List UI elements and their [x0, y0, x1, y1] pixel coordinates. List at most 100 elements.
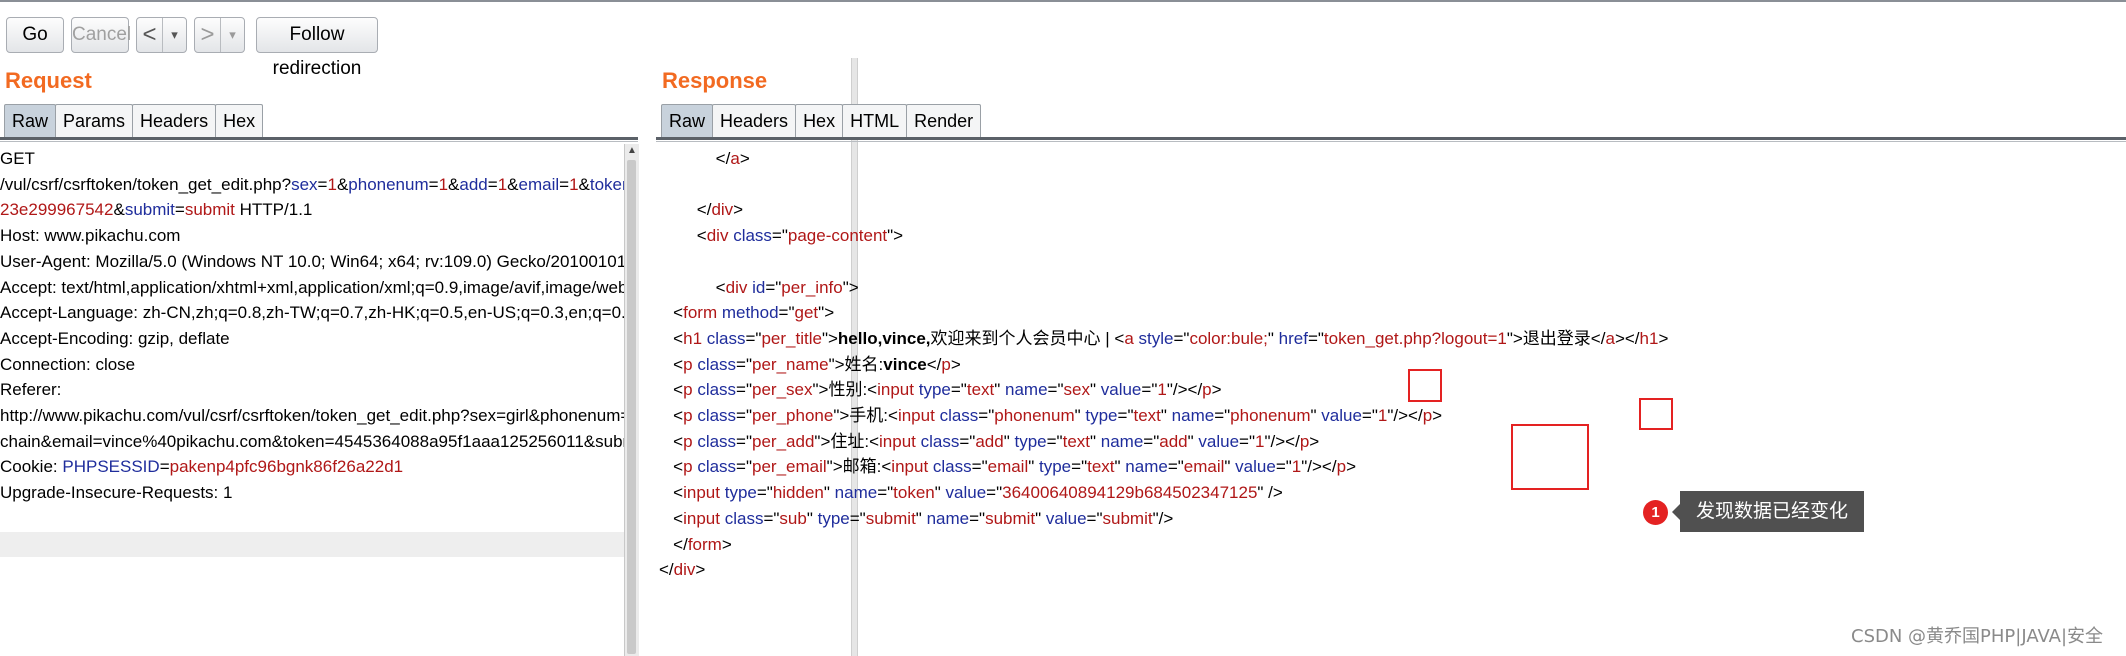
request-line: chain&email=vince%40pikachu.com&token=45…: [0, 429, 624, 455]
request-tab-raw[interactable]: Raw: [4, 104, 57, 138]
response-token: class: [724, 508, 764, 528]
response-token: <: [659, 380, 684, 400]
request-token: Connection: close: [0, 354, 136, 374]
response-token: class: [939, 406, 979, 425]
request-tab-hex[interactable]: Hex: [215, 104, 264, 138]
response-token: phonenum: [994, 406, 1075, 425]
back-button[interactable]: < ▾: [136, 17, 187, 53]
response-token: submit: [1102, 508, 1153, 528]
response-token: ": [1114, 457, 1126, 477]
response-token: type: [1039, 457, 1072, 477]
response-token: ": [806, 508, 818, 528]
request-line: 23e299967542&submit=submit HTTP/1.1: [0, 197, 312, 223]
response-token: ": [1035, 508, 1046, 528]
response-token: token: [893, 483, 935, 503]
request-token: Upgrade-Insecure-Requests: 1: [0, 483, 233, 503]
response-token: ": [823, 483, 835, 503]
request-line: Accept-Language: zh-CN,zh;q=0.8,zh-TW;q=…: [0, 300, 624, 326]
response-token: =": [1167, 457, 1184, 477]
response-token: p: [683, 431, 693, 451]
response-line: </a>: [659, 146, 750, 172]
go-button[interactable]: Go: [6, 17, 64, 53]
response-token: <: [659, 508, 684, 528]
response-token: "/></: [1264, 431, 1300, 451]
response-token: class: [697, 431, 737, 451]
response-tab-hex[interactable]: Hex: [795, 104, 844, 138]
response-token: </: [659, 560, 674, 580]
response-token: per_sex: [752, 380, 813, 400]
response-token: type: [918, 380, 951, 400]
response-line: <div id="per_info">: [659, 275, 859, 301]
response-token: ": [1074, 406, 1086, 425]
response-token: input: [891, 457, 929, 477]
response-tab-underline: [656, 137, 2126, 140]
response-token: ">手机:<: [833, 406, 898, 425]
response-tabs: Raw Headers Hex HTML Render: [661, 104, 982, 140]
response-line: <form method="get">: [659, 300, 834, 326]
response-token: >: [733, 200, 744, 220]
response-token: ": [1090, 431, 1101, 451]
request-editor[interactable]: GET/vul/csrf/csrftoken/token_get_edit.ph…: [0, 144, 624, 656]
request-token: phonenum: [348, 174, 429, 194]
response-token: =": [736, 431, 753, 451]
back-dropdown-icon[interactable]: ▾: [163, 18, 186, 52]
response-token: sex: [1063, 380, 1090, 400]
response-token: =": [1307, 328, 1324, 348]
response-token: <: [659, 483, 684, 503]
response-token: per_add: [752, 431, 815, 451]
response-tab-headers[interactable]: Headers: [712, 104, 797, 138]
request-token: GET: [0, 149, 35, 168]
request-token: =: [317, 174, 328, 194]
response-token: =": [1275, 457, 1292, 477]
request-title: Request: [5, 68, 92, 93]
response-token: =": [763, 508, 780, 528]
response-token: ": [1160, 406, 1172, 425]
response-token: add: [1159, 431, 1188, 451]
response-token: </: [926, 354, 942, 374]
response-token: type: [724, 483, 757, 503]
response-token: text: [1133, 406, 1161, 425]
response-token: ">性别:<: [812, 380, 878, 400]
response-token: 1: [1157, 380, 1167, 400]
response-token: class: [697, 457, 737, 477]
response-token: name: [1005, 380, 1048, 400]
forward-button[interactable]: > ▾: [194, 17, 245, 53]
response-line: <div class="page-content">: [659, 223, 903, 249]
response-token: =": [1143, 431, 1160, 451]
response-token: input: [877, 380, 914, 400]
response-token: form: [683, 303, 718, 323]
request-scrollbar[interactable]: ▲: [624, 144, 639, 656]
response-token: =": [745, 328, 762, 348]
response-token: ": [1028, 457, 1039, 477]
request-tab-params[interactable]: Params: [55, 104, 134, 138]
cancel-button[interactable]: Cancel: [71, 17, 131, 53]
response-token: =": [1071, 457, 1088, 477]
follow-redirection-button[interactable]: Follow redirection: [256, 17, 378, 79]
response-token: ">: [821, 328, 838, 348]
response-token: text: [966, 380, 995, 400]
response-token: a: [1605, 328, 1615, 348]
response-token: =": [1361, 406, 1378, 425]
request-scroll-thumb[interactable]: [627, 160, 636, 654]
response-token: p: [683, 406, 693, 425]
triangle-up-icon[interactable]: ▲: [625, 144, 639, 158]
response-token: ">: [887, 226, 904, 246]
response-token: =": [1046, 431, 1063, 451]
response-token: ": [1089, 380, 1101, 400]
response-token: p: [683, 457, 693, 477]
response-tab-render[interactable]: Render: [906, 104, 982, 138]
request-token: &: [507, 174, 519, 194]
response-tab-raw[interactable]: Raw: [661, 104, 714, 138]
response-token: =": [736, 380, 753, 400]
request-line: http://www.pikachu.com/vul/csrf/csrftoke…: [0, 403, 624, 429]
response-token: name: [1125, 457, 1168, 477]
request-tab-headers[interactable]: Headers: [132, 104, 217, 138]
response-token: =": [971, 457, 988, 477]
response-token: class: [697, 354, 737, 374]
response-viewer[interactable]: </a> </div> <div class="page-content"> <…: [659, 144, 2126, 656]
response-token: class: [706, 328, 746, 348]
request-token: chain&email=vince%40pikachu.com&token=45…: [0, 431, 624, 451]
forward-dropdown-icon[interactable]: ▾: [221, 18, 244, 52]
request-line: Connection: close: [0, 352, 135, 378]
response-tab-html[interactable]: HTML: [842, 104, 908, 138]
